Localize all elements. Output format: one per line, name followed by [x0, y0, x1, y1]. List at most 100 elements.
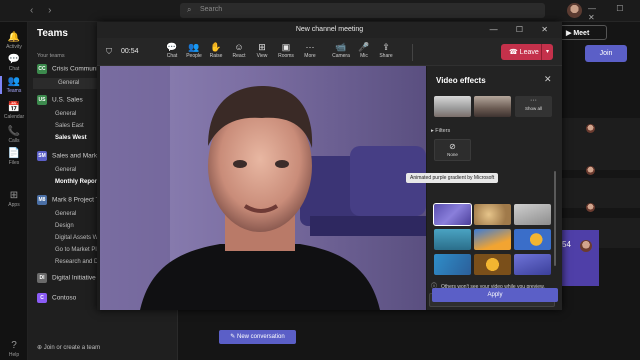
channel-item[interactable]: General	[55, 211, 76, 217]
team-name: Contoso	[52, 294, 77, 302]
search-input[interactable]: ⌕ Search	[180, 3, 545, 18]
chat-icon: 💬	[7, 54, 21, 65]
channel-item[interactable]: Sales East	[55, 123, 84, 129]
video-effects-panel: Video effects ✕ ··· Show all ▸ Filters ⊘…	[406, 66, 562, 310]
meeting-card-time: 54	[562, 240, 571, 249]
camera-button[interactable]: 📹 Camera	[329, 41, 353, 59]
mic-button[interactable]: 🎤 Mic	[352, 41, 376, 59]
rail-item-label: Activity	[6, 44, 22, 50]
team-avatar: C	[37, 293, 47, 303]
channel-item[interactable]: General	[55, 167, 76, 173]
effect-thumbnail[interactable]	[474, 204, 511, 225]
panel-title: Video effects	[436, 76, 486, 85]
effect-thumbnail[interactable]	[474, 229, 511, 250]
channel-item[interactable]: Design	[55, 223, 74, 229]
grid-icon: ⊞	[258, 42, 266, 52]
background-thumbnail[interactable]	[474, 96, 511, 117]
phone-hangup-icon: ☎	[509, 49, 520, 56]
hand-icon: ✋	[210, 42, 222, 52]
channel-item[interactable]: Monthly Report	[55, 179, 99, 185]
new-conversation-label: New conversation	[237, 334, 285, 340]
scrollbar[interactable]	[554, 171, 556, 266]
chat-icon: 💬	[166, 42, 178, 52]
rail-item-calls[interactable]: 📞 Calls	[0, 126, 28, 144]
rail-item-calendar[interactable]: 📅 Calendar	[0, 102, 28, 120]
file-icon: 📄	[7, 148, 21, 159]
effect-thumbnail[interactable]	[514, 254, 551, 275]
compose-icon: ✎	[230, 334, 237, 340]
effect-thumbnail[interactable]	[434, 254, 471, 275]
join-create-team-link[interactable]: ⊕ Join or create a team	[37, 344, 100, 351]
rail-item-label: Apps	[8, 202, 20, 208]
join-button[interactable]: Join	[585, 45, 627, 62]
channel-item[interactable]: Go to Market Pla	[55, 247, 100, 253]
avatar[interactable]	[567, 3, 582, 18]
team-contoso[interactable]: C Contoso	[37, 293, 76, 304]
rail-item-label: Calls	[8, 138, 20, 144]
chevron-down-icon[interactable]: ▾	[541, 44, 553, 60]
channel-item[interactable]: Research and De	[55, 259, 102, 265]
effect-thumbnail[interactable]	[514, 229, 551, 250]
apps-icon: ⊞	[9, 190, 19, 201]
none-label: None	[447, 152, 458, 157]
react-button[interactable]: ☺ React	[227, 41, 251, 59]
toolbar-divider	[412, 44, 413, 61]
smile-icon: ☺	[234, 42, 244, 52]
rail-item-apps[interactable]: ⊞ Apps	[0, 190, 28, 208]
rail-item-activity[interactable]: 🔔 Activity	[0, 32, 28, 50]
meet-button[interactable]: ▶ Meet	[559, 25, 607, 40]
effect-thumbnail[interactable]	[434, 229, 471, 250]
toolbar-button-label: More	[304, 53, 316, 59]
channel-item[interactable]: Digital Assets We	[55, 235, 102, 241]
rail-item-teams[interactable]: 👥 Teams	[0, 76, 28, 94]
chat-button[interactable]: 💬 Chat	[160, 41, 184, 59]
more-button[interactable]: ··· More	[298, 41, 322, 59]
share-button[interactable]: ⇪ Share	[374, 41, 398, 59]
channel-item[interactable]: Sales West	[55, 135, 87, 141]
apply-button[interactable]: Apply	[432, 288, 558, 302]
team-sales-marketing[interactable]: SM Sales and Marke	[37, 151, 101, 162]
filters-heading[interactable]: ▸ Filters	[431, 128, 450, 134]
effect-thumbnail[interactable]	[514, 204, 551, 225]
team-name: Crisis Communic	[52, 65, 102, 73]
rail-item-help[interactable]: ? Help	[0, 340, 28, 358]
nav-arrows[interactable]: ‹ ›	[30, 5, 57, 16]
view-button[interactable]: ⊞ View	[250, 41, 274, 59]
show-all-button[interactable]: ··· Show all	[515, 96, 552, 117]
camera-icon: 📹	[335, 42, 347, 52]
toolbar-button-label: Chat	[166, 53, 178, 59]
search-placeholder: Search	[200, 6, 223, 13]
team-us-sales[interactable]: US U.S. Sales	[37, 95, 83, 106]
teams-app: ‹ › ⌕ Search — ☐ ✕ 🔔 Activity 💬 Chat 👥 Teams 📅…	[0, 0, 640, 360]
more-icon: ···	[305, 42, 315, 52]
background-thumbnail[interactable]	[434, 96, 471, 117]
effect-thumbnail[interactable]	[474, 254, 511, 275]
channel-item[interactable]: General	[55, 111, 76, 117]
team-crisis[interactable]: CC Crisis Communic	[37, 64, 101, 75]
meeting-window: New channel meeting — ☐ ✕ ⛉ 00:54 ☎ Leav…	[97, 22, 562, 310]
rooms-button[interactable]: ▣ Rooms	[274, 41, 298, 59]
share-icon: ⇪	[382, 42, 390, 52]
self-video	[100, 66, 426, 310]
leave-button[interactable]: ☎ Leave ▾	[501, 44, 553, 60]
toolbar-button-label: Share	[379, 53, 393, 59]
raise-button[interactable]: ✋ Raise	[204, 41, 228, 59]
close-icon[interactable]: ✕	[544, 74, 552, 85]
window-controls[interactable]: — ☐ ✕	[588, 4, 640, 22]
effect-thumbnail-purple-gradient[interactable]	[433, 203, 472, 226]
meeting-card[interactable]: 54	[562, 230, 599, 286]
rail-item-files[interactable]: 📄 Files	[0, 148, 28, 166]
none-filter-tile[interactable]: ⊘ None	[434, 139, 471, 161]
team-mark8[interactable]: M8 Mark 8 Project Te	[37, 195, 102, 206]
new-conversation-button[interactable]: ✎ New conversation	[219, 330, 296, 344]
people-button[interactable]: 👥 People	[182, 41, 206, 59]
filters-label: Filters	[435, 128, 451, 134]
team-name: Digital Initiative (	[52, 274, 100, 282]
team-digital-initiative[interactable]: DI Digital Initiative (	[37, 273, 100, 284]
your-teams-label: Your teams	[37, 53, 65, 59]
rail-item-chat[interactable]: 💬 Chat	[0, 54, 28, 72]
video-frame	[100, 66, 426, 310]
meeting-window-controls[interactable]: — ☐ ✕	[490, 25, 556, 34]
prohibited-icon: ⊘	[449, 142, 456, 151]
phone-icon: 📞	[7, 126, 21, 137]
